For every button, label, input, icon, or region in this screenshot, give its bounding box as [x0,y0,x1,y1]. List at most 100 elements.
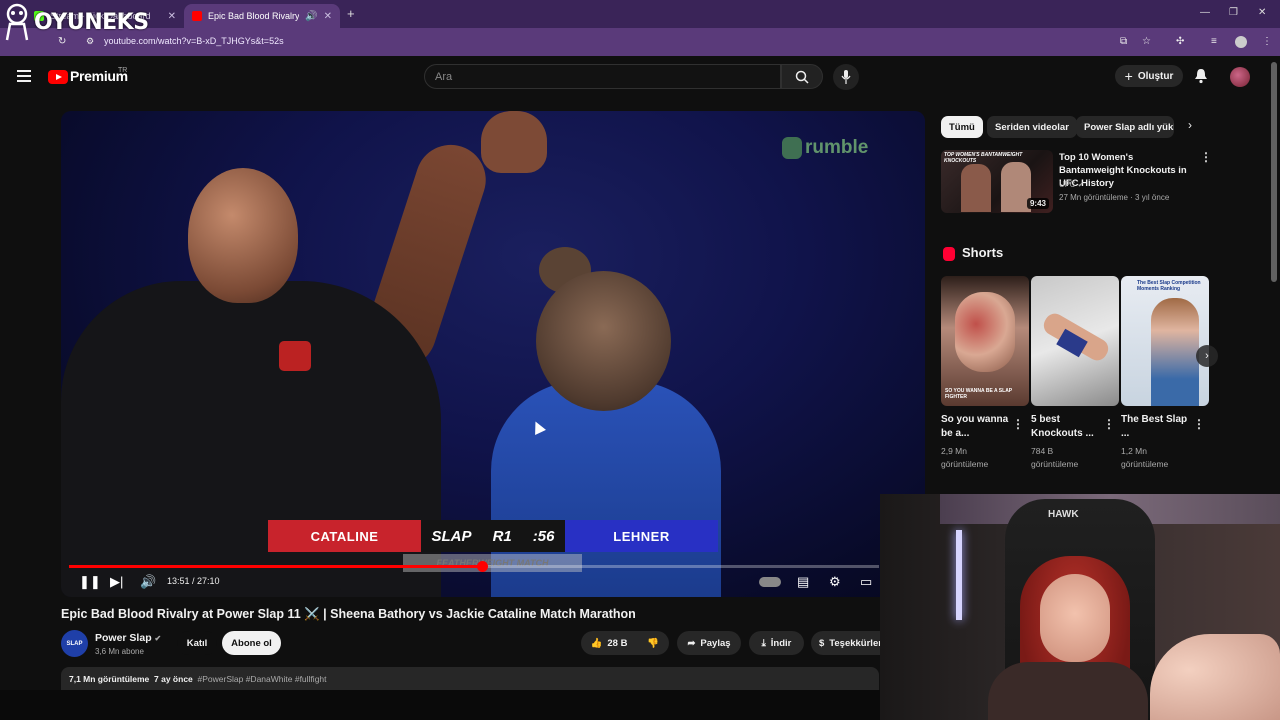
short-title-1[interactable]: So you wanna be a... [941,413,1011,441]
short-thumbnail-2[interactable] [1031,276,1119,406]
create-button[interactable]: + Oluştur [1115,65,1183,87]
short-views-3: 1,2 Mn görüntüleme [1121,446,1169,469]
extensions-icon[interactable]: ✣ [1176,36,1184,47]
thumbnail-caption: TOP WOMEN'S BANTAMWEIGHT KNOCKOUTS [944,152,1023,164]
account-avatar[interactable] [1230,67,1250,87]
progress-bar[interactable] [69,561,879,572]
more-options-icon[interactable]: ⋮ [1103,417,1115,431]
volume-icon[interactable]: 🔊 [140,574,156,590]
shorts-heading: Shorts [962,245,1004,260]
minimize-button[interactable]: — [1200,7,1210,18]
browser-menu-icon[interactable]: ⋮ [1262,36,1272,47]
channel-avatar[interactable]: SLAP [61,630,88,657]
cast-icon[interactable]: ⧉ [1120,36,1127,47]
thanks-icon: $ [819,637,825,649]
more-options-icon[interactable]: ⋮ [1012,417,1024,431]
rumble-play-icon [782,137,802,159]
chevron-right-icon[interactable]: › [1188,118,1192,132]
thanks-label: Teşekkürler [829,637,880,649]
browser-tab-youtube[interactable]: Epic Bad Blood Rivalry at Po 🔊 ✕ [184,4,340,28]
verified-check-icon: ✔ [1077,182,1084,189]
dislike-button[interactable]: 👎 [637,631,669,655]
share-button[interactable]: ➦ Paylaş [677,631,741,655]
close-tab-icon[interactable]: ✕ [324,11,332,22]
page-scrollbar[interactable] [1271,62,1277,282]
notifications-bell-icon[interactable] [1193,68,1209,84]
watermark-text: rumble [805,137,869,158]
speaker-icon[interactable]: 🔊 [305,11,317,22]
recommended-channel-name: UFC [1059,180,1076,189]
webcam-streamer-shirt [988,662,1148,720]
autoplay-toggle[interactable] [759,577,781,587]
recommended-thumbnail[interactable]: TOP WOMEN'S BANTAMWEIGHT KNOCKOUTS 9:43 [941,150,1053,213]
more-options-icon[interactable]: ⋮ [1193,417,1205,431]
share-label: Paylaş [700,637,731,649]
video-frame-referee-fist [481,111,547,173]
webcam-led-light [956,530,962,620]
subscribe-button[interactable]: Abone ol [222,631,281,655]
time-display: 13:51 / 27:10 [167,576,220,586]
slap-logo: SLAP [431,527,472,545]
upload-age: 7 ay önce [154,674,193,684]
search-button[interactable] [781,64,823,89]
download-label: İndir [770,637,792,649]
short-thumbnail-3[interactable]: The Best Slap Competition Moments Rankin… [1121,276,1209,406]
recommended-channel[interactable]: UFC ✔ [1059,180,1084,189]
subscriber-count: 3,6 Mn abone [95,647,144,656]
tab-title: Epic Bad Blood Rivalry at Po [208,11,300,21]
rumble-watermark: rumble [782,137,868,159]
channel-name[interactable]: Power Slap ✔ [95,632,161,644]
mascot-icon [5,3,29,41]
search-input[interactable]: Ara [424,64,781,89]
menu-icon[interactable] [17,70,31,82]
description-box[interactable]: 7,1 Mn görüntüleme 7 ay önce #PowerSlap … [61,667,879,691]
oyuneks-logo: OYUNEKS [2,2,149,42]
video-frame-shirt-patch [279,341,311,371]
short-caption: SO YOU WANNA BE A SLAP FIGHTER [945,388,1013,400]
hashtags[interactable]: #PowerSlap #DanaWhite #fullfight [198,674,327,684]
new-tab-button[interactable]: + [347,6,355,21]
short-title-2[interactable]: 5 best Knockouts ... [1031,413,1101,441]
short-fighter [1151,298,1199,406]
close-window-button[interactable]: ✕ [1258,7,1266,18]
youtube-logo-icon[interactable] [48,70,68,84]
settings-gear-icon[interactable]: ⚙ [829,574,841,590]
video-player[interactable]: rumble CATALINE SLAP R1 :56 LEHNER FEATH… [61,111,925,597]
microphone-icon [841,70,851,84]
join-button[interactable]: Katıl [177,631,217,655]
media-controls-icon[interactable]: ≡ [1211,36,1217,47]
chip-channel-uploads[interactable]: Power Slap adlı yükle [1076,116,1174,138]
like-button[interactable]: 👍 28 B [581,631,637,655]
restore-button[interactable]: ❐ [1229,7,1238,18]
short-title-3[interactable]: The Best Slap ... [1121,413,1191,441]
thumbs-up-icon: 👍 [590,637,603,649]
short-face [955,292,1015,372]
theater-mode-icon[interactable]: ▭ [860,574,872,590]
short-thumbnail-1[interactable]: SO YOU WANNA BE A SLAP FIGHTER [941,276,1029,406]
next-video-icon[interactable]: ▶| [110,574,123,590]
chip-series[interactable]: Seriden videolar [987,116,1077,138]
duration-badge: 9:43 [1026,198,1049,209]
create-label: Oluştur [1137,70,1174,82]
plus-icon: + [1124,68,1133,84]
thanks-button[interactable]: $ Teşekkürler [811,631,880,655]
search-icon [795,70,809,84]
match-type-label: FEATHERWEIGHT MATCH [403,554,582,572]
more-options-icon[interactable]: ⋮ [1200,150,1212,164]
browser-tab-bar: Stream - Kick Dashboard ✕ Epic Bad Blood… [0,0,1280,28]
pause-icon[interactable]: ❚❚ [79,574,101,590]
voice-search-button[interactable] [833,64,859,90]
subtitles-icon[interactable]: ▤ [797,574,809,590]
logo-text: OYUNEKS [34,9,149,35]
chip-all[interactable]: Tümü [941,116,983,138]
download-button[interactable]: ⤓ İndir [749,631,804,655]
view-count: 7,1 Mn görüntüleme [69,674,150,684]
shorts-next-button[interactable]: › [1196,345,1218,367]
video-frame-referee-head [188,168,298,303]
bookmark-star-icon[interactable]: ☆ [1142,36,1151,47]
close-tab-icon[interactable]: ✕ [168,11,176,22]
scoreboard-blue-corner: LEHNER [565,520,718,552]
profile-icon[interactable] [1235,36,1247,48]
video-frame-fighter-head [536,271,671,411]
thumbs-down-icon: 👎 [647,637,659,649]
